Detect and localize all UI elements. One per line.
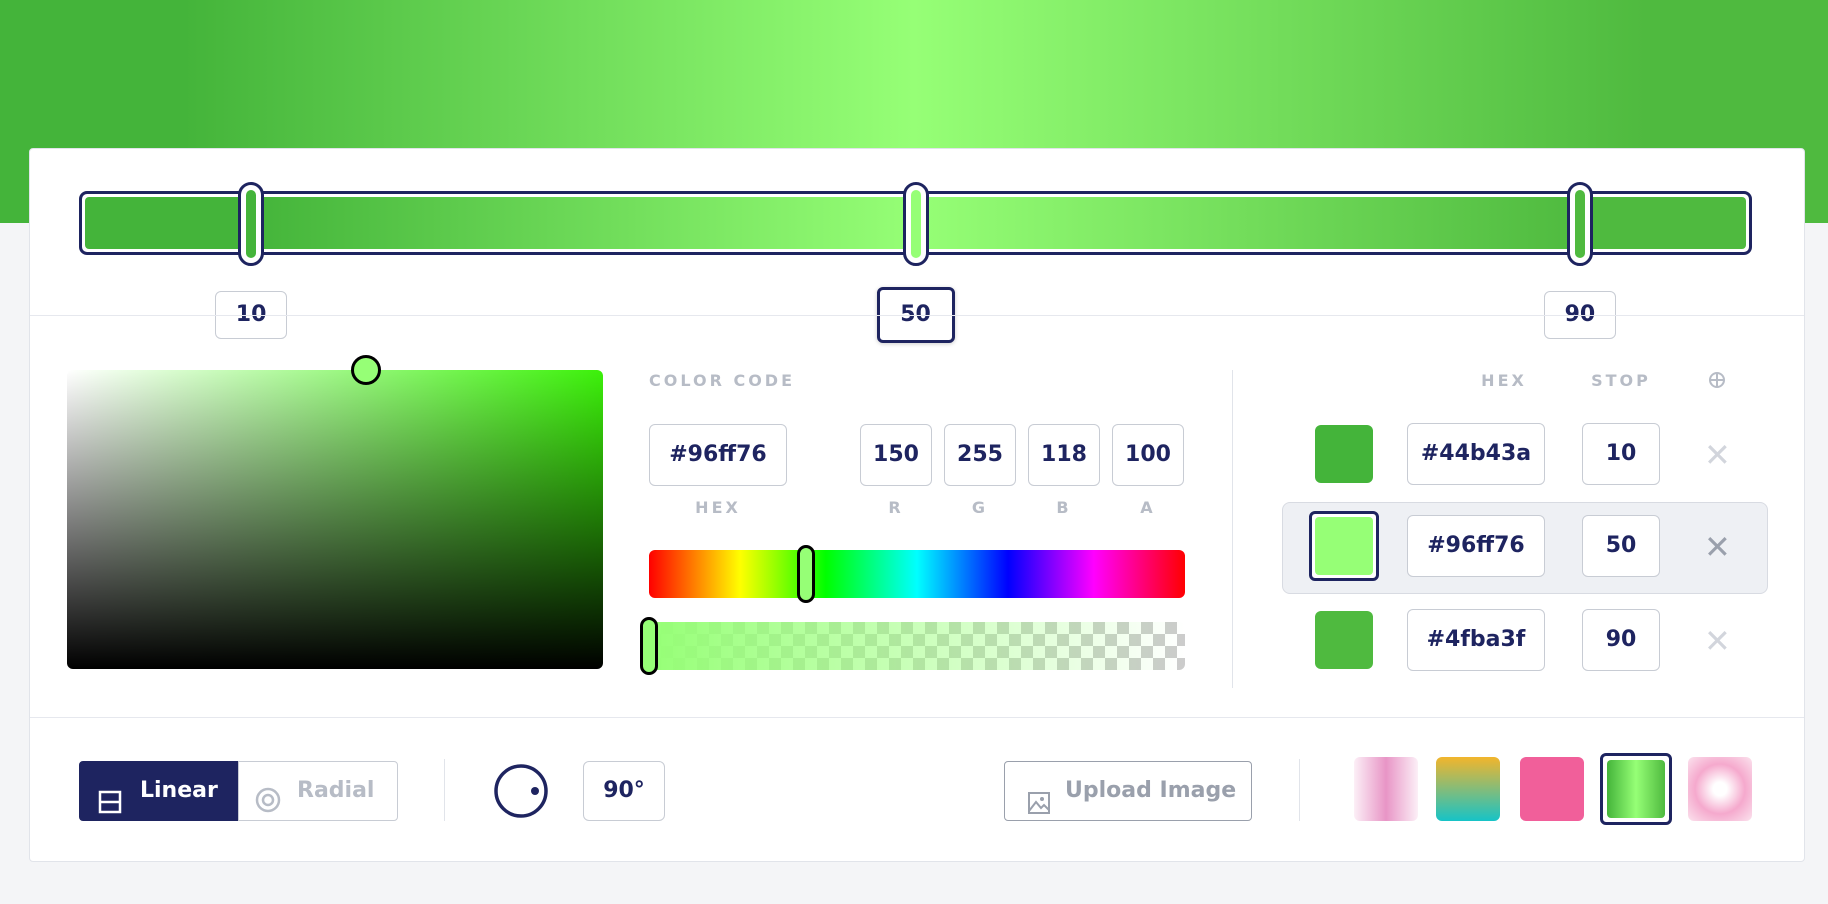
upload-image-button[interactable]: Upload Image — [1004, 761, 1252, 821]
red-label: R — [888, 498, 904, 517]
divider — [1232, 370, 1233, 688]
divider — [30, 717, 1804, 718]
stop-position-input[interactable]: 90 — [1582, 609, 1660, 671]
stop-position-input[interactable]: 10 — [1582, 423, 1660, 485]
linear-label: Linear — [140, 778, 218, 803]
divider — [1299, 759, 1300, 821]
divider — [30, 315, 1804, 316]
preset-pink-radial[interactable] — [1688, 757, 1752, 821]
preset-green[interactable] — [1600, 753, 1672, 825]
gradient-stop-handle[interactable] — [238, 182, 265, 266]
stop-hex-input[interactable]: #44b43a — [1407, 423, 1545, 485]
stops-hex-header: HEX — [1481, 371, 1527, 390]
radial-icon — [255, 778, 281, 813]
linear-toggle[interactable]: Linear — [79, 761, 239, 821]
color-code-heading: COLOR CODE — [649, 371, 796, 390]
gradient-stop-handle[interactable] — [902, 182, 929, 266]
stops-stop-header: STOP — [1591, 371, 1651, 390]
hue-slider-handle[interactable] — [797, 545, 815, 603]
image-icon — [1027, 780, 1051, 814]
angle-dial-icon[interactable] — [493, 763, 549, 819]
stop-position-input[interactable]: 50 — [1582, 515, 1660, 577]
preset-pink[interactable] — [1520, 757, 1584, 821]
green-label: G — [971, 498, 989, 517]
linear-icon — [98, 779, 122, 814]
crosshair-plus-icon[interactable] — [1707, 370, 1727, 390]
alpha-label: A — [1140, 498, 1156, 517]
alpha-slider[interactable] — [649, 622, 1185, 670]
angle-input[interactable]: 90° — [583, 761, 665, 821]
red-input[interactable]: 150 — [860, 424, 932, 486]
preset-pink-fade[interactable] — [1354, 757, 1418, 821]
radial-label: Radial — [297, 778, 375, 803]
hex-label: HEX — [695, 498, 741, 517]
blue-input[interactable]: 118 — [1028, 424, 1100, 486]
stop-swatch[interactable] — [1315, 425, 1373, 483]
preset-gold-teal[interactable] — [1436, 757, 1500, 821]
hue-slider[interactable] — [649, 550, 1185, 598]
close-icon[interactable]: ✕ — [1704, 625, 1731, 657]
stop-hex-input[interactable]: #4fba3f — [1407, 609, 1545, 671]
close-icon[interactable]: ✕ — [1704, 531, 1731, 563]
saturation-picker[interactable] — [67, 370, 603, 669]
hex-input[interactable]: #96ff76 — [649, 424, 787, 486]
stop-swatch-selected[interactable] — [1309, 511, 1379, 581]
stop-hex-input[interactable]: #96ff76 — [1407, 515, 1545, 577]
gradient-editor-panel: 10 50 90 COLOR CODE #96ff76 150 255 118 10… — [29, 148, 1805, 862]
radial-toggle[interactable]: Radial — [238, 761, 398, 821]
divider — [444, 759, 445, 821]
blue-label: B — [1056, 498, 1072, 517]
upload-image-label: Upload Image — [1065, 778, 1237, 803]
close-icon[interactable]: ✕ — [1704, 439, 1731, 471]
stop-swatch[interactable] — [1315, 611, 1373, 669]
alpha-input[interactable]: 100 — [1112, 424, 1184, 486]
gradient-stop-handle[interactable] — [1566, 182, 1593, 266]
green-input[interactable]: 255 — [944, 424, 1016, 486]
alpha-slider-handle[interactable] — [640, 617, 658, 675]
saturation-cursor[interactable] — [351, 355, 381, 385]
